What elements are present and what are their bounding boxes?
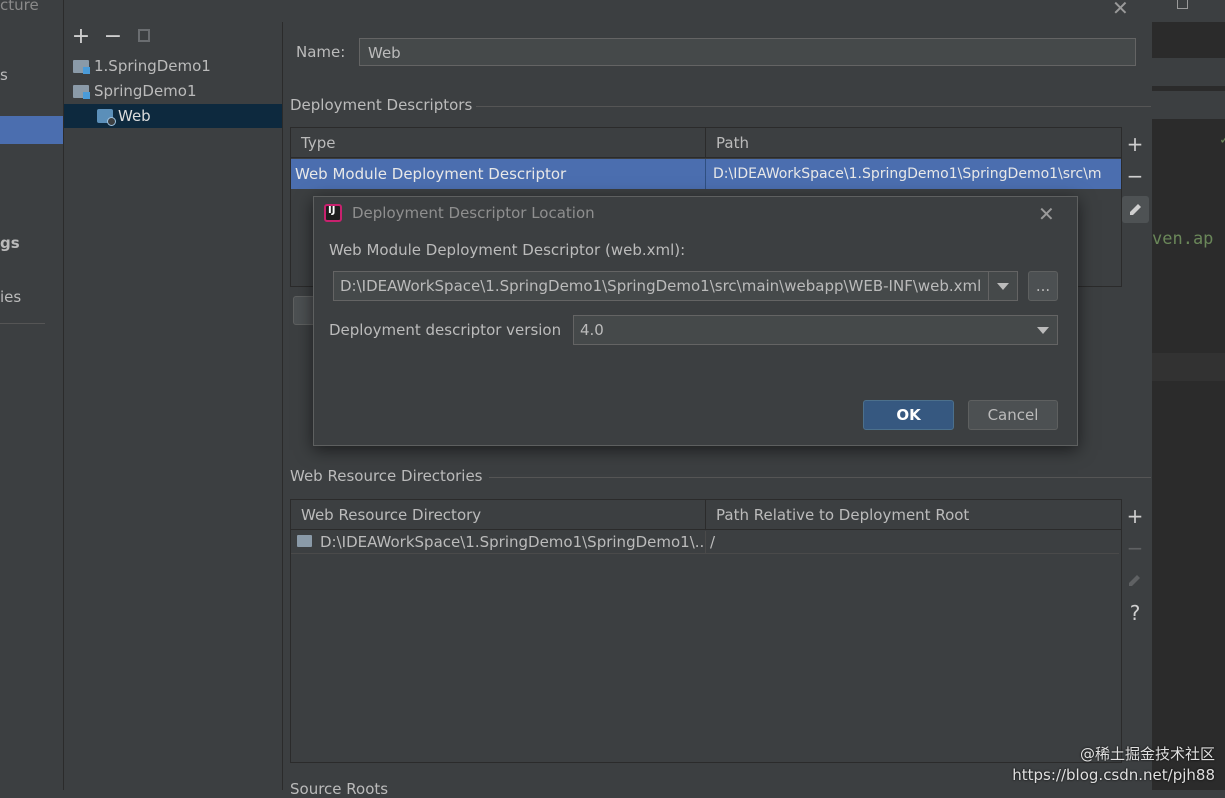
pencil-icon	[1129, 575, 1140, 586]
chevron-down-icon	[1037, 327, 1049, 334]
descriptor-path-combo[interactable]: D:\IDEAWorkSpace\1.SpringDemo1\SpringDem…	[333, 271, 1018, 301]
tree-item-label: Web	[118, 107, 151, 125]
remove-descriptor-button[interactable]: −	[1124, 163, 1146, 189]
intellij-logo-icon: IJ	[324, 204, 342, 222]
version-select[interactable]: 4.0	[573, 315, 1058, 345]
combo-dropdown-button[interactable]	[988, 272, 1017, 300]
cancel-button[interactable]: Cancel	[968, 400, 1058, 430]
code-fragment: ven.ap	[1152, 229, 1214, 249]
tree-item-web[interactable]: Web	[97, 104, 151, 128]
table-row[interactable]: D:\IDEAWorkSpace\1.SpringDemo1\SpringDem…	[291, 531, 1119, 554]
section-divider	[476, 106, 1151, 107]
tree-item-springdemo1[interactable]: SpringDemo1	[73, 79, 197, 103]
resource-directory-cell: D:\IDEAWorkSpace\1.SpringDemo1\SpringDem…	[320, 531, 706, 553]
deployment-descriptors-title: Deployment Descriptors	[290, 96, 473, 114]
source-roots-title: Source Roots	[290, 780, 389, 798]
column-header-web-resource-directory[interactable]: Web Resource Directory	[291, 500, 706, 530]
remove-module-button[interactable]: −	[102, 26, 124, 48]
web-resource-table: Web Resource Directory Path Relative to …	[290, 499, 1122, 763]
column-header-type[interactable]: Type	[291, 128, 706, 158]
add-descriptor-button[interactable]: +	[1124, 131, 1146, 157]
dialog-close-icon[interactable]: ✕	[1038, 202, 1055, 226]
remove-resource-button[interactable]: −	[1124, 535, 1146, 561]
web-folder-icon	[297, 535, 312, 547]
module-folder-icon	[73, 84, 90, 99]
sidebar-divider	[0, 323, 45, 324]
sidebar-item-fragment[interactable]: s	[0, 66, 8, 84]
watermark-line-1: @稀土掘金技术社区	[1079, 745, 1215, 763]
deployment-descriptor-location-dialog: IJ Deployment Descriptor Location ✕ Web …	[313, 196, 1078, 446]
descriptor-path-cell: D:\IDEAWorkSpace\1.SpringDemo1\SpringDem…	[713, 166, 1102, 182]
tree-item-1-springdemo1[interactable]: 1.SpringDemo1	[73, 54, 211, 78]
ok-button[interactable]: OK	[863, 400, 954, 430]
watermark-line-2: https://blog.csdn.net/pjh88	[1012, 766, 1215, 784]
descriptor-path-value: D:\IDEAWorkSpace\1.SpringDemo1\SpringDem…	[340, 277, 982, 295]
web-resource-directories-title: Web Resource Directories	[290, 467, 483, 485]
table-row[interactable]: Web Module Deployment Descriptor D:\IDEA…	[291, 159, 1121, 189]
help-button[interactable]: ?	[1124, 600, 1146, 626]
tree-item-label: 1.SpringDemo1	[94, 57, 211, 75]
name-label: Name:	[296, 43, 346, 61]
close-icon[interactable]: ✕	[1112, 0, 1129, 20]
module-folder-icon	[73, 59, 90, 74]
descriptor-type-cell: Web Module Deployment Descriptor	[295, 159, 706, 189]
descriptor-path-label: Web Module Deployment Descriptor (web.xm…	[329, 241, 686, 259]
section-divider	[489, 477, 1151, 478]
version-value: 4.0	[580, 321, 604, 339]
watermark: @稀土掘金技术社区 https://blog.csdn.net/pjh88	[1012, 744, 1215, 786]
edit-descriptor-button[interactable]	[1122, 196, 1149, 223]
name-input[interactable]: Web	[359, 38, 1136, 66]
add-module-button[interactable]: +	[70, 26, 92, 48]
relative-path-cell: /	[710, 533, 716, 551]
version-label: Deployment descriptor version	[329, 321, 562, 339]
web-facet-icon	[97, 109, 116, 126]
module-tree-panel: + −	[64, 22, 283, 790]
chevron-down-icon	[997, 283, 1009, 290]
left-sidebar: cture s gs ies	[0, 0, 64, 790]
tree-item-label: SpringDemo1	[94, 82, 197, 100]
sidebar-item-fragment[interactable]: ies	[0, 288, 21, 306]
sidebar-item-selected[interactable]	[0, 116, 63, 144]
sidebar-item-fragment[interactable]: gs	[0, 234, 20, 252]
column-header-relative-path[interactable]: Path Relative to Deployment Root	[706, 500, 1121, 530]
add-resource-button[interactable]: +	[1124, 503, 1146, 529]
column-header-path[interactable]: Path	[706, 128, 1121, 158]
dialog-title: Deployment Descriptor Location	[352, 204, 595, 222]
copy-icon[interactable]	[138, 29, 150, 42]
editor-background: ✓ ven.ap	[1152, 0, 1225, 790]
window-title-fragment: cture	[0, 0, 39, 14]
browse-button[interactable]: ...	[1028, 271, 1058, 301]
edit-resource-button[interactable]	[1124, 568, 1148, 592]
window-restore-icon[interactable]	[1177, 0, 1188, 9]
pencil-icon	[1130, 204, 1141, 215]
